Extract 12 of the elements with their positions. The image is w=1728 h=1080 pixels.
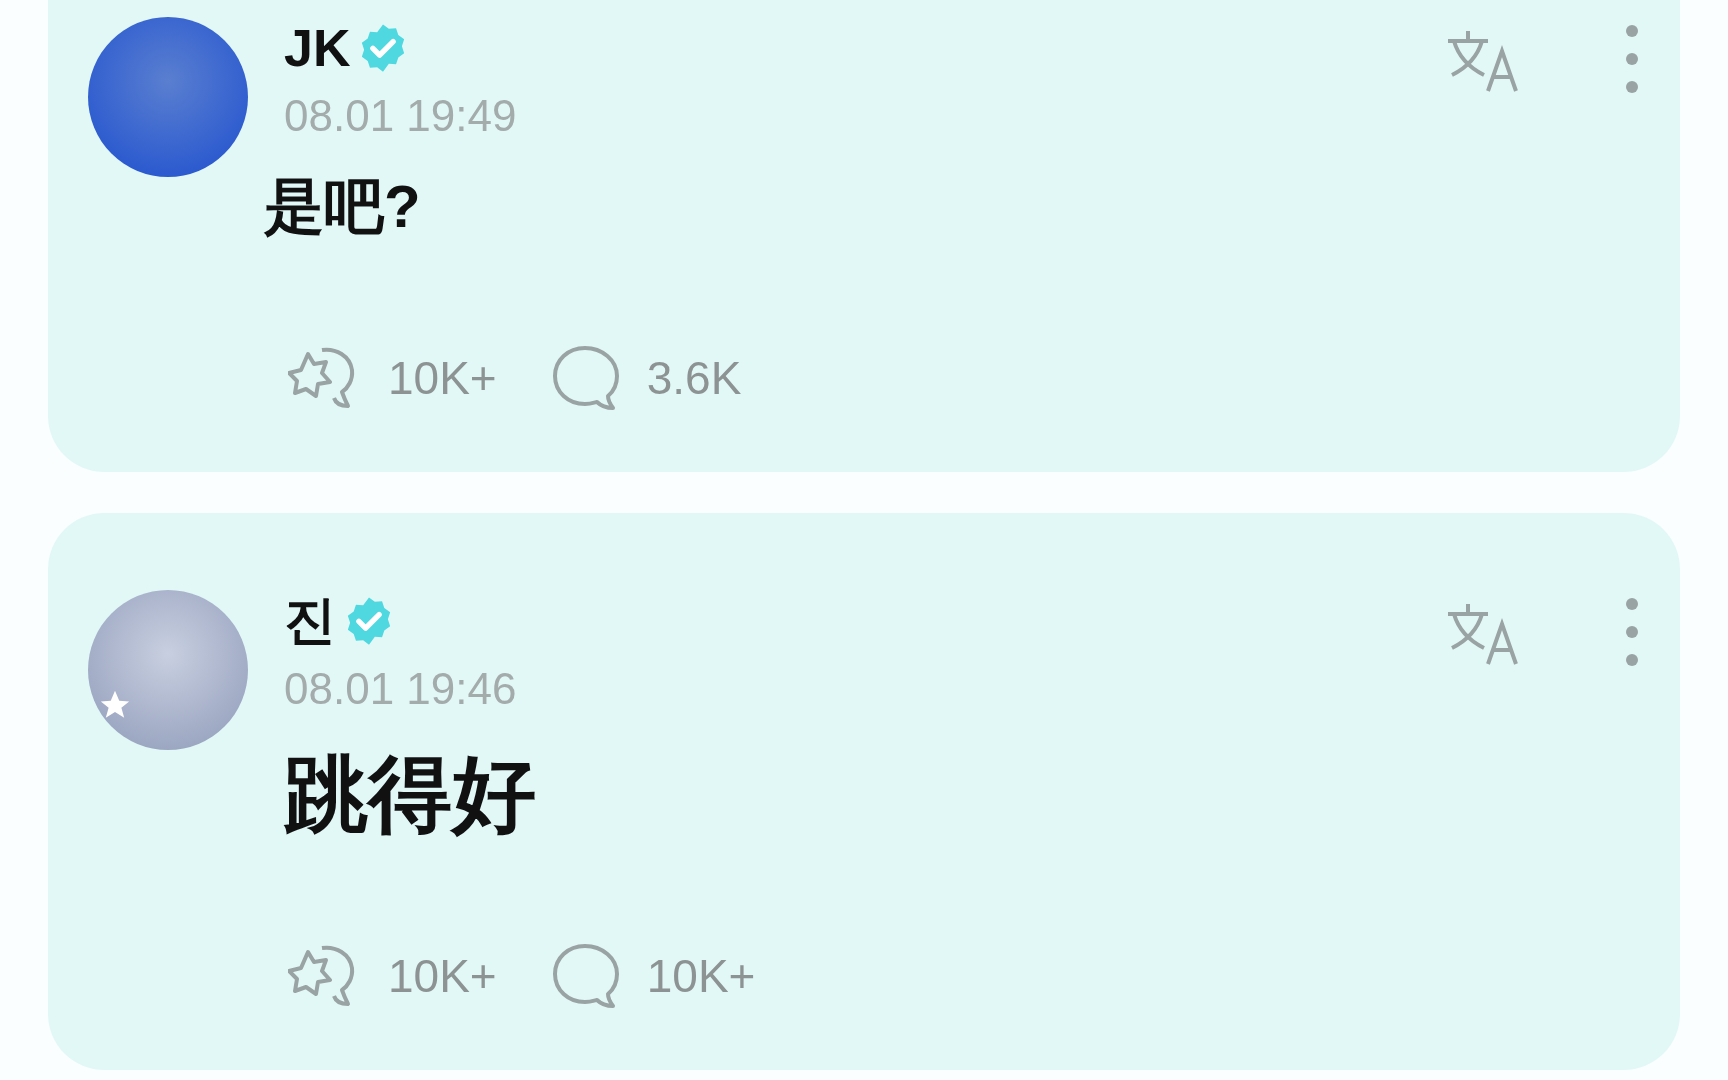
reaction-count: 10K+ xyxy=(388,351,497,405)
comment-icon[interactable] xyxy=(550,942,619,1010)
post-message: 是吧? xyxy=(264,172,422,242)
author-name[interactable]: JK xyxy=(284,18,351,78)
comment-count: 3.6K xyxy=(646,351,742,405)
post-message: 跳得好 xyxy=(284,746,537,843)
reaction-count: 10K+ xyxy=(388,949,497,1003)
post-time: 08.01 19:49 xyxy=(284,91,518,141)
comment-count: 10K+ xyxy=(646,949,756,1003)
author-name[interactable]: 진 xyxy=(284,586,336,656)
comment-icon[interactable] xyxy=(550,344,619,412)
post-time: 08.01 19:46 xyxy=(284,664,518,714)
